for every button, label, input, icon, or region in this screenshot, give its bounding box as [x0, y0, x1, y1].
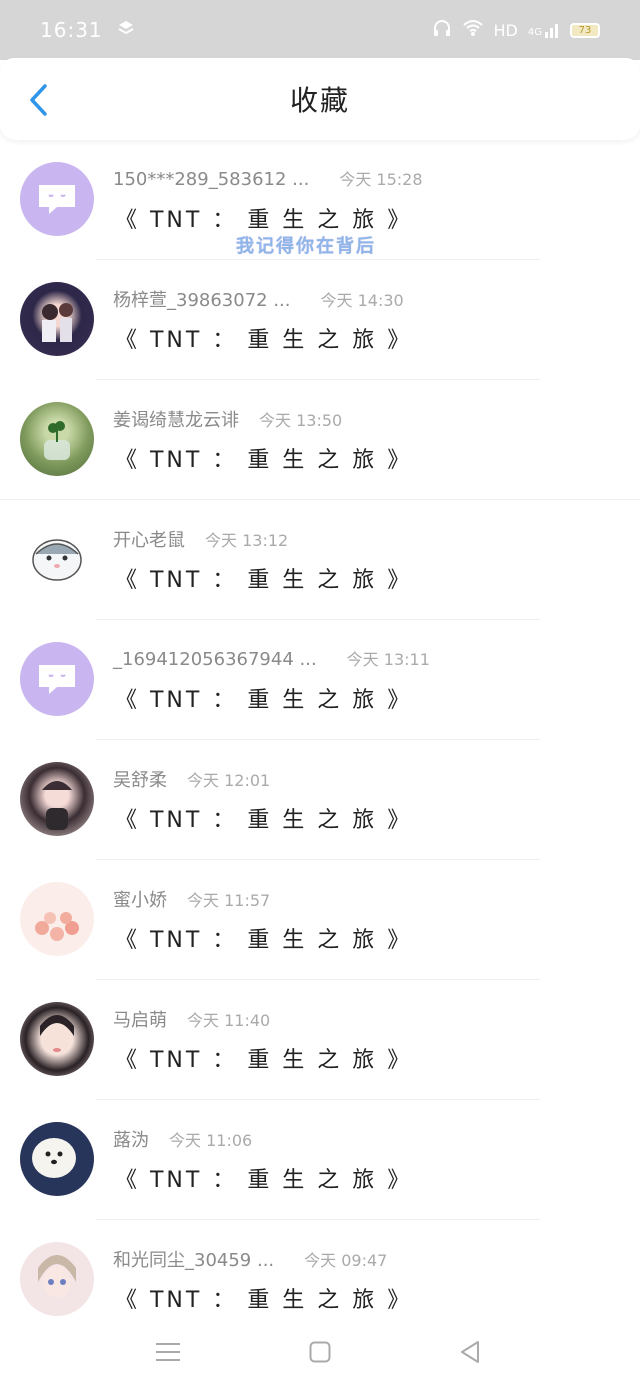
user-name: 和光同尘_30459 ... [113, 1250, 275, 1271]
timestamp: 今天 11:06 [169, 1131, 253, 1150]
list-item[interactable]: 马启萌 今天 11:40 《 TNT ： 重 生 之 旅 》 [0, 980, 640, 1100]
list-item[interactable]: 姜谒绮慧龙云诽 今天 13:50 《 TNT ： 重 生 之 旅 》 [0, 380, 640, 500]
list-item[interactable]: _169412056367944 ... 今天 13:11 《 TNT ： 重 … [0, 620, 640, 740]
item-title: 《 TNT ： 重 生 之 旅 》 [115, 1288, 413, 1313]
item-meta: 马启萌 今天 11:40 [113, 1006, 270, 1032]
menu-button[interactable] [150, 1334, 186, 1370]
item-title: 《 TNT ： 重 生 之 旅 》 [115, 1168, 413, 1193]
avatar[interactable] [20, 522, 94, 596]
user-name: 杨梓萱_39863072 ... [113, 290, 291, 311]
avatar[interactable] [20, 1242, 94, 1316]
battery-level: 73 [578, 24, 592, 36]
chevron-left-icon [30, 84, 47, 116]
header-bar: 收藏 [0, 58, 640, 140]
item-title: 《 TNT ： 重 生 之 旅 》 [115, 328, 413, 353]
avatar[interactable] [20, 162, 94, 236]
layers-icon [117, 19, 135, 41]
user-name: _169412056367944 ... [113, 649, 317, 670]
item-title: 《 TNT ： 重 生 之 旅 》 [115, 928, 413, 953]
user-name: 马启萌 [113, 1010, 167, 1031]
item-meta: 150***289_583612 ... 今天 15:28 [113, 166, 423, 190]
favorites-list: 150***289_583612 ... 今天 15:28 《 TNT ： 重 … [0, 140, 640, 1340]
timestamp: 今天 09:47 [304, 1251, 388, 1270]
avatar[interactable] [20, 762, 94, 836]
status-time: 16:31 [40, 18, 103, 42]
list-item[interactable]: 杨梓萱_39863072 ... 今天 14:30 《 TNT ： 重 生 之 … [0, 260, 640, 380]
item-title: 《 TNT ： 重 生 之 旅 》 [115, 448, 413, 473]
timestamp: 今天 13:50 [259, 411, 343, 430]
item-meta: 姜谒绮慧龙云诽 今天 13:50 [113, 406, 342, 432]
user-name: 蜜小娇 [113, 890, 167, 911]
item-meta: 蕗沩 今天 11:06 [113, 1126, 252, 1152]
timestamp: 今天 11:57 [187, 891, 271, 910]
triangle-back-icon [461, 1341, 479, 1363]
timestamp: 今天 15:28 [339, 170, 423, 189]
avatar[interactable] [20, 282, 94, 356]
item-meta: 蜜小娇 今天 11:57 [113, 886, 270, 912]
network-type: HD [493, 20, 518, 40]
item-meta: 吴舒柔 今天 12:01 [113, 766, 270, 792]
status-icons: HD 4G 73 [432, 19, 600, 41]
back-system-button[interactable] [452, 1334, 488, 1370]
user-name: 蕗沩 [113, 1130, 149, 1151]
item-meta: 和光同尘_30459 ... 今天 09:47 [113, 1246, 387, 1272]
system-nav-bar [0, 1316, 640, 1387]
user-name: 吴舒柔 [113, 770, 167, 791]
item-meta: 开心老鼠 今天 13:12 [113, 526, 288, 552]
timestamp: 今天 11:40 [187, 1011, 271, 1030]
list-item[interactable]: 蕗沩 今天 11:06 《 TNT ： 重 生 之 旅 》 [0, 1100, 640, 1220]
avatar[interactable] [20, 642, 94, 716]
item-title: 《 TNT ： 重 生 之 旅 》 [115, 1048, 413, 1073]
timestamp: 今天 13:12 [205, 531, 289, 550]
battery-icon: 73 [570, 22, 600, 38]
status-bar: 16:31 HD 4G 73 [0, 0, 640, 60]
item-meta: _169412056367944 ... 今天 13:11 [113, 646, 430, 670]
timestamp: 今天 12:01 [187, 771, 271, 790]
headphones-icon [432, 19, 452, 41]
item-title: 《 TNT ： 重 生 之 旅 》 [115, 208, 413, 233]
signature-overlay: 我记得你在背后 [236, 236, 376, 257]
avatar[interactable] [20, 1002, 94, 1076]
back-button[interactable] [18, 80, 58, 120]
signal-icon: 4G [528, 22, 560, 38]
menu-icon [156, 1343, 180, 1361]
user-name: 姜谒绮慧龙云诽 [113, 410, 239, 431]
item-title: 《 TNT ： 重 生 之 旅 》 [115, 808, 413, 833]
home-button[interactable] [302, 1334, 338, 1370]
user-name: 开心老鼠 [113, 530, 185, 551]
avatar[interactable] [20, 402, 94, 476]
wifi-icon [462, 19, 484, 41]
avatar[interactable] [20, 1122, 94, 1196]
square-icon [309, 1341, 331, 1363]
list-item[interactable]: 蜜小娇 今天 11:57 《 TNT ： 重 生 之 旅 》 [0, 860, 640, 980]
avatar[interactable] [20, 882, 94, 956]
list-item[interactable]: 吴舒柔 今天 12:01 《 TNT ： 重 生 之 旅 》 [0, 740, 640, 860]
item-meta: 杨梓萱_39863072 ... 今天 14:30 [113, 286, 404, 312]
user-name: 150***289_583612 ... [113, 169, 310, 190]
page-title: 收藏 [289, 84, 350, 117]
item-title: 《 TNT ： 重 生 之 旅 》 [115, 688, 413, 713]
timestamp: 今天 14:30 [320, 291, 404, 310]
list-item[interactable]: 开心老鼠 今天 13:12 《 TNT ： 重 生 之 旅 》 [0, 500, 640, 620]
timestamp: 今天 13:11 [346, 650, 430, 669]
item-title: 《 TNT ： 重 生 之 旅 》 [115, 568, 413, 593]
